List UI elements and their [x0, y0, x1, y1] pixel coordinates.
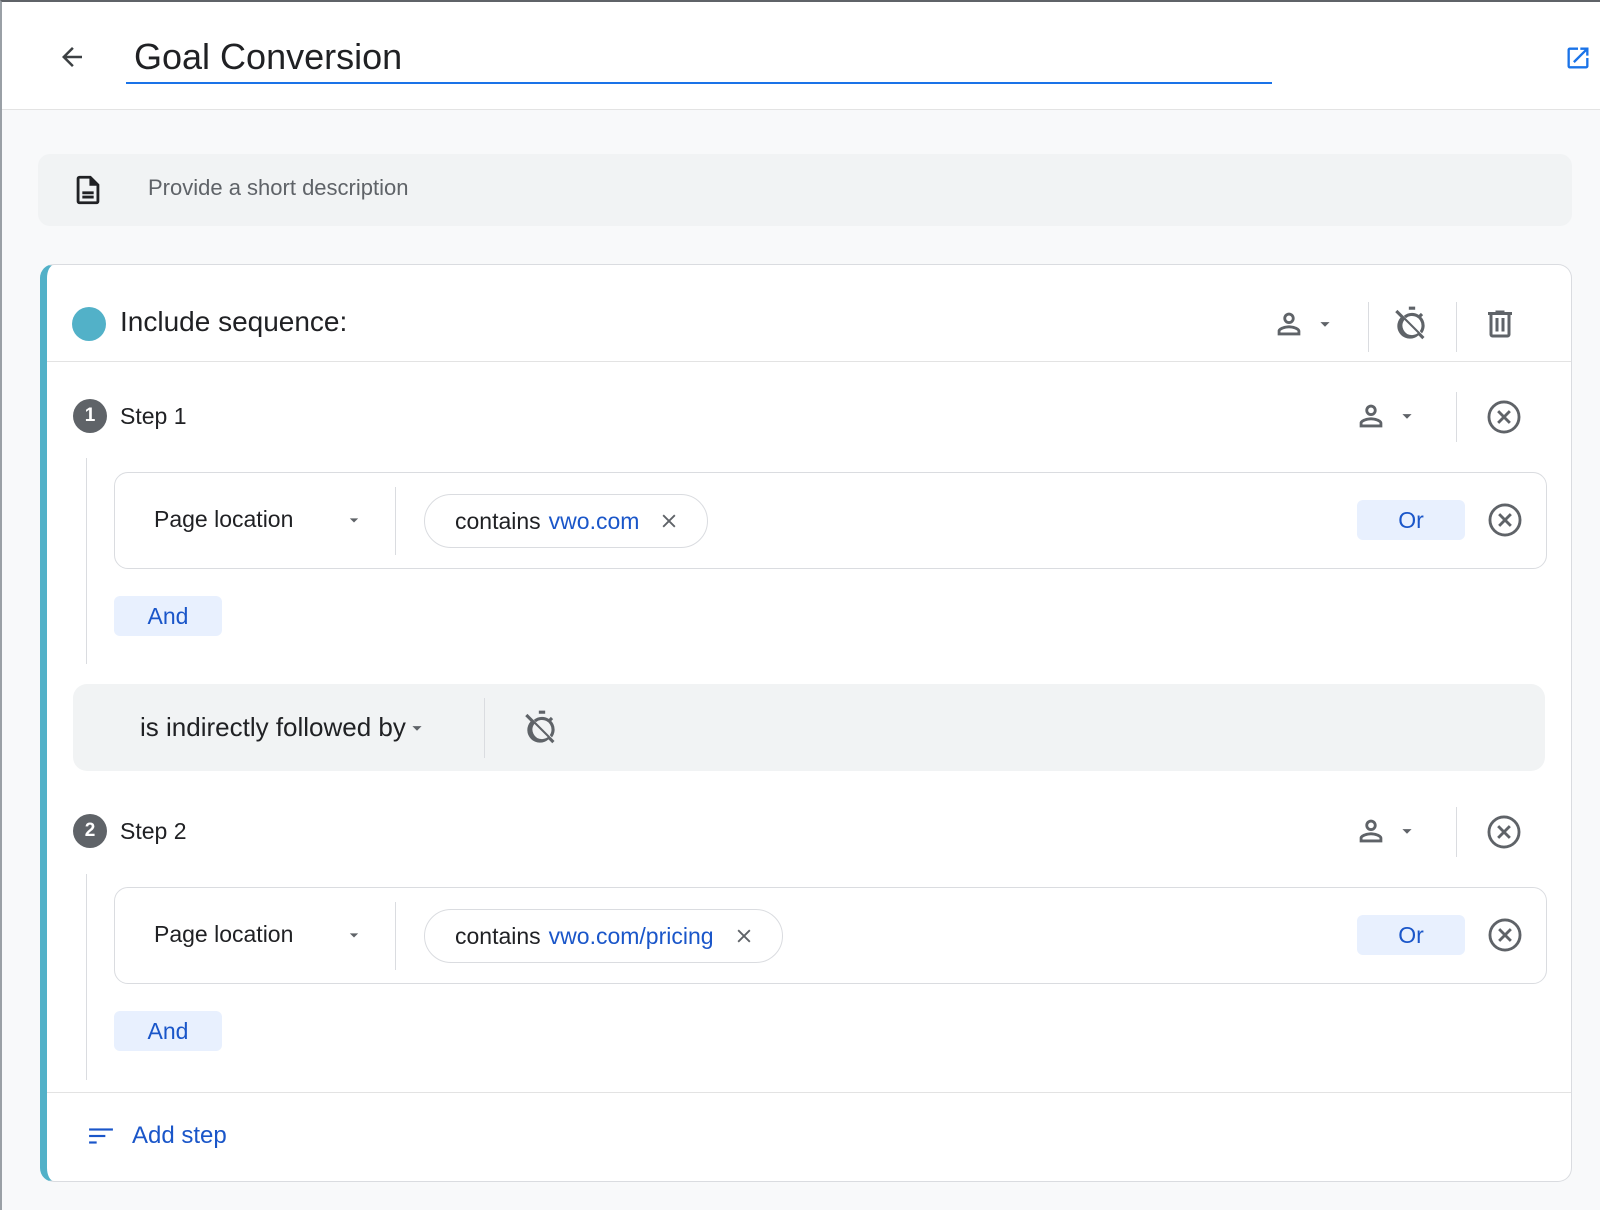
trash-icon	[1488, 310, 1512, 338]
divider	[1456, 807, 1457, 857]
timer-off-icon	[525, 710, 555, 744]
close-circle-icon	[1487, 815, 1521, 849]
remove-step-1-button[interactable]	[1478, 394, 1530, 440]
remove-step-2-button[interactable]	[1478, 809, 1530, 855]
sequence-label: Include sequence:	[120, 306, 348, 337]
divider	[47, 1092, 1571, 1093]
close-icon[interactable]	[659, 511, 679, 531]
divider	[47, 361, 1571, 362]
step-1-scope-dropdown[interactable]	[1346, 394, 1426, 438]
sequence-scope-dropdown[interactable]	[1264, 302, 1344, 346]
person-icon	[1359, 404, 1383, 428]
divider	[395, 487, 396, 555]
step-1-filter-chip[interactable]: contains vwo.com	[424, 494, 709, 548]
divider	[1368, 302, 1369, 352]
step-1-and-button[interactable]: And	[114, 596, 222, 636]
step-1-rail	[86, 458, 87, 664]
sequence-color-dot	[72, 307, 106, 341]
title-input[interactable]	[126, 32, 1272, 84]
divider	[1456, 302, 1457, 352]
step-2-filter-chip[interactable]: contains vwo.com/pricing	[424, 909, 783, 963]
caret-down-icon	[349, 517, 359, 522]
arrow-back-icon	[62, 47, 82, 67]
step-1-label: Step 1	[120, 403, 187, 429]
divider	[395, 902, 396, 970]
person-icon	[1359, 819, 1383, 843]
divider	[1456, 392, 1457, 442]
follow-timer-button[interactable]	[520, 706, 564, 750]
dimension-label: Page location	[154, 921, 294, 947]
filter-operator: contains	[455, 922, 541, 949]
step-2-dimension-select[interactable]: Page location	[154, 921, 364, 948]
close-icon[interactable]	[734, 926, 754, 946]
step-2-scope-dropdown[interactable]	[1346, 809, 1426, 853]
caret-down-icon	[1402, 414, 1412, 419]
caret-down-icon	[1320, 322, 1330, 327]
open-in-new-button[interactable]	[1564, 44, 1592, 72]
add-step-button[interactable]: Add step	[88, 1122, 227, 1150]
follow-type-dropdown[interactable]: is indirectly followed by	[140, 712, 428, 743]
step-2-rail	[86, 874, 87, 1080]
step-2-badge: 2	[73, 814, 107, 848]
step-1-badge: 1	[73, 399, 107, 433]
description-input[interactable]	[148, 170, 1528, 206]
caret-down-icon	[1402, 829, 1412, 834]
close-circle-icon	[1488, 503, 1522, 537]
step-2-or-button[interactable]: Or	[1357, 915, 1465, 955]
caret-down-icon	[412, 725, 422, 731]
person-icon	[1277, 312, 1301, 336]
caret-down-icon	[349, 932, 359, 937]
back-button[interactable]	[52, 40, 92, 74]
close-circle-icon	[1487, 400, 1521, 434]
follow-type-label: is indirectly followed by	[140, 712, 406, 742]
sequence-timer-button[interactable]	[1390, 300, 1434, 348]
step-1-or-button[interactable]: Or	[1357, 500, 1465, 540]
step-1-dimension-select[interactable]: Page location	[154, 506, 364, 533]
document-icon	[70, 172, 106, 208]
remove-condition-button[interactable]	[1480, 498, 1530, 542]
sort-lines-icon	[89, 1128, 113, 1144]
timer-off-icon	[1395, 306, 1425, 340]
open-in-new-icon	[1567, 47, 1589, 69]
divider	[484, 698, 485, 758]
add-step-label: Add step	[132, 1122, 227, 1149]
close-circle-icon	[1488, 918, 1522, 952]
filter-value: vwo.com	[548, 507, 640, 534]
step-2-and-button[interactable]: And	[114, 1011, 222, 1051]
filter-operator: contains	[455, 507, 541, 534]
filter-value: vwo.com/pricing	[548, 922, 714, 949]
remove-condition-button[interactable]	[1480, 913, 1530, 957]
dimension-label: Page location	[154, 506, 294, 532]
step-2-label: Step 2	[120, 818, 187, 844]
delete-sequence-button[interactable]	[1478, 300, 1522, 348]
